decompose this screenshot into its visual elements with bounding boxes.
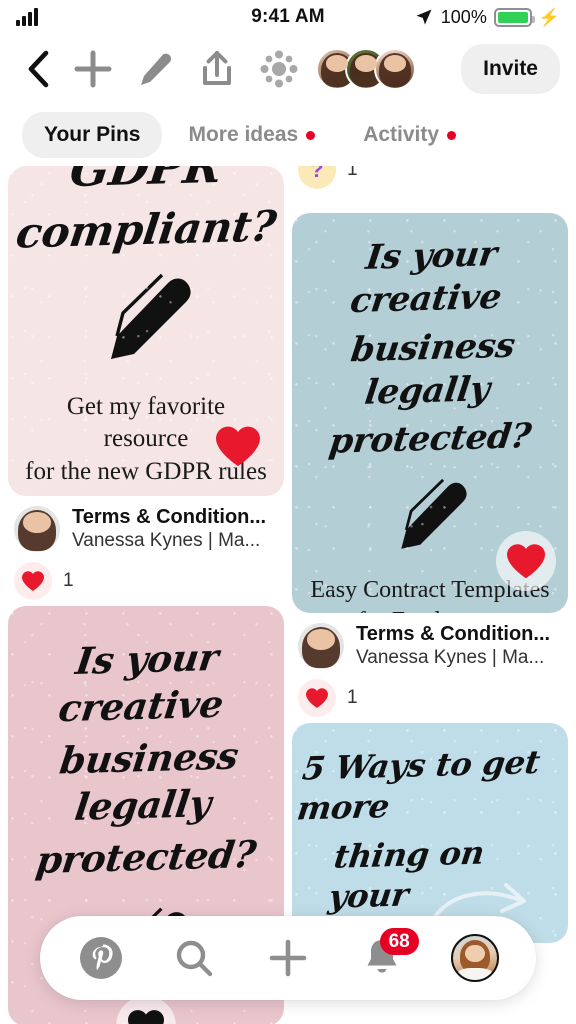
pin-headline-line3: protected? bbox=[326, 416, 534, 463]
nav-create-button[interactable] bbox=[256, 926, 320, 990]
pin-meta-cut-top: Vanessa Kynes | Ma... ? 1 bbox=[292, 166, 568, 189]
pin-meta-gdpr: Terms & Condition... Vanessa Kynes | Ma.… bbox=[8, 496, 284, 600]
heart-reaction[interactable] bbox=[298, 679, 336, 717]
reaction-count: 1 bbox=[63, 570, 74, 591]
pin-image-5-ways[interactable]: 5 Ways to get more thing on your bbox=[292, 723, 568, 943]
pin-image-gdpr[interactable]: GDPR compliant? Get my favorite resource… bbox=[8, 166, 284, 496]
pencil-icon bbox=[141, 53, 172, 85]
pin-reactions[interactable]: 1 bbox=[298, 679, 562, 717]
red-heart-icon bbox=[507, 544, 545, 579]
board-tabs: Your Pins More ideas Activity bbox=[0, 104, 576, 166]
pin-headline-line1: Is your creative bbox=[347, 234, 504, 321]
nav-home-button[interactable] bbox=[69, 926, 133, 990]
share-up-icon bbox=[203, 51, 231, 85]
collaborator-avatar bbox=[374, 48, 416, 90]
invite-button[interactable]: Invite bbox=[461, 44, 560, 94]
pin-headline-line1: 5 Ways to get more bbox=[294, 742, 543, 828]
plus-icon bbox=[74, 50, 112, 88]
search-icon bbox=[177, 940, 213, 977]
pin-author: Vanessa Kynes | Ma... bbox=[356, 647, 545, 668]
author-avatar bbox=[298, 623, 344, 669]
notification-dot-icon bbox=[447, 130, 457, 140]
pen-illustration bbox=[401, 479, 467, 549]
battery-percent-label: 100% bbox=[440, 6, 487, 27]
red-heart-icon bbox=[216, 426, 260, 466]
tab-activity[interactable]: Activity bbox=[341, 112, 478, 158]
pin-headline-line2: business legally bbox=[348, 325, 518, 413]
profile-avatar-icon bbox=[451, 934, 500, 982]
pin-body-line2: for Freelancers bbox=[292, 606, 568, 613]
tab-label: Your Pins bbox=[44, 123, 141, 146]
back-button[interactable] bbox=[14, 41, 62, 97]
pin-reactions[interactable]: ? 1 bbox=[298, 166, 562, 189]
notifications-badge: 68 bbox=[379, 928, 419, 956]
reaction-count: 1 bbox=[347, 687, 358, 708]
pin-title: Terms & Condition... bbox=[72, 506, 267, 528]
black-heart-icon bbox=[128, 1010, 164, 1024]
pinterest-logo-icon bbox=[79, 937, 122, 979]
pin-headline-line1: Is your creative bbox=[56, 635, 226, 730]
pin-card-5-ways[interactable]: 5 Ways to get more thing on your bbox=[292, 723, 568, 943]
add-pin-button[interactable] bbox=[62, 41, 124, 97]
plus-icon bbox=[269, 939, 307, 977]
pin-headline-line3: protected? bbox=[33, 832, 259, 883]
board-collaborators[interactable] bbox=[316, 48, 416, 90]
sparkle-dots-icon bbox=[260, 50, 298, 88]
pen-illustration bbox=[111, 273, 191, 359]
edit-board-button[interactable] bbox=[124, 41, 186, 97]
status-bar: 9:41 AM 100% ⚡ bbox=[0, 0, 576, 34]
pin-card-gdpr[interactable]: GDPR compliant? Get my favorite resource… bbox=[8, 166, 284, 600]
battery-full-icon bbox=[493, 7, 535, 27]
share-button[interactable] bbox=[186, 41, 248, 97]
tab-your-pins[interactable]: Your Pins bbox=[22, 112, 163, 158]
nav-profile-button[interactable] bbox=[443, 926, 507, 990]
reaction-count: 1 bbox=[347, 166, 358, 180]
heart-reaction-icon bbox=[22, 571, 44, 591]
pin-reactions[interactable]: 1 bbox=[14, 562, 278, 600]
tab-label: Activity bbox=[363, 123, 440, 146]
question-mark-reaction[interactable]: ? bbox=[298, 166, 336, 189]
red-heart-badge[interactable] bbox=[496, 531, 556, 591]
lightning-bolt-icon: ⚡ bbox=[538, 7, 560, 27]
pin-meta-blue: Terms & Condition... Vanessa Kynes | Ma.… bbox=[292, 613, 568, 717]
pin-title: Terms & Condition... bbox=[356, 623, 551, 645]
pin-headline-line2: business legally bbox=[57, 733, 241, 829]
organize-button[interactable] bbox=[248, 41, 310, 97]
chevron-left-icon bbox=[28, 50, 49, 88]
location-arrow-icon bbox=[416, 9, 432, 25]
pin-feed[interactable]: GDPR compliant? Get my favorite resource… bbox=[0, 166, 576, 1024]
nav-search-button[interactable] bbox=[162, 926, 226, 990]
pin-card-cut-top[interactable]: Vanessa Kynes | Ma... ? 1 bbox=[292, 166, 568, 189]
pin-card-easy-contract[interactable]: Is your creative business legally protec… bbox=[292, 213, 568, 717]
pin-image-blue[interactable]: Is your creative business legally protec… bbox=[292, 213, 568, 613]
tab-label: More ideas bbox=[188, 123, 299, 146]
heart-reaction-icon bbox=[306, 688, 328, 708]
notification-dot-icon bbox=[306, 130, 316, 140]
author-avatar bbox=[14, 506, 60, 552]
nav-notifications-button[interactable]: 68 bbox=[350, 926, 419, 990]
bottom-navigation-bar: 68 bbox=[40, 916, 536, 1000]
black-heart-badge[interactable] bbox=[116, 996, 176, 1024]
tab-more-ideas[interactable]: More ideas bbox=[166, 112, 337, 158]
board-toolbar: Invite bbox=[0, 34, 576, 104]
pin-author: Vanessa Kynes | Ma... bbox=[72, 530, 261, 551]
pin-headline-line1: GDPR bbox=[66, 166, 226, 198]
heart-reaction[interactable] bbox=[14, 562, 52, 600]
pin-headline-line2: compliant? bbox=[13, 201, 279, 258]
